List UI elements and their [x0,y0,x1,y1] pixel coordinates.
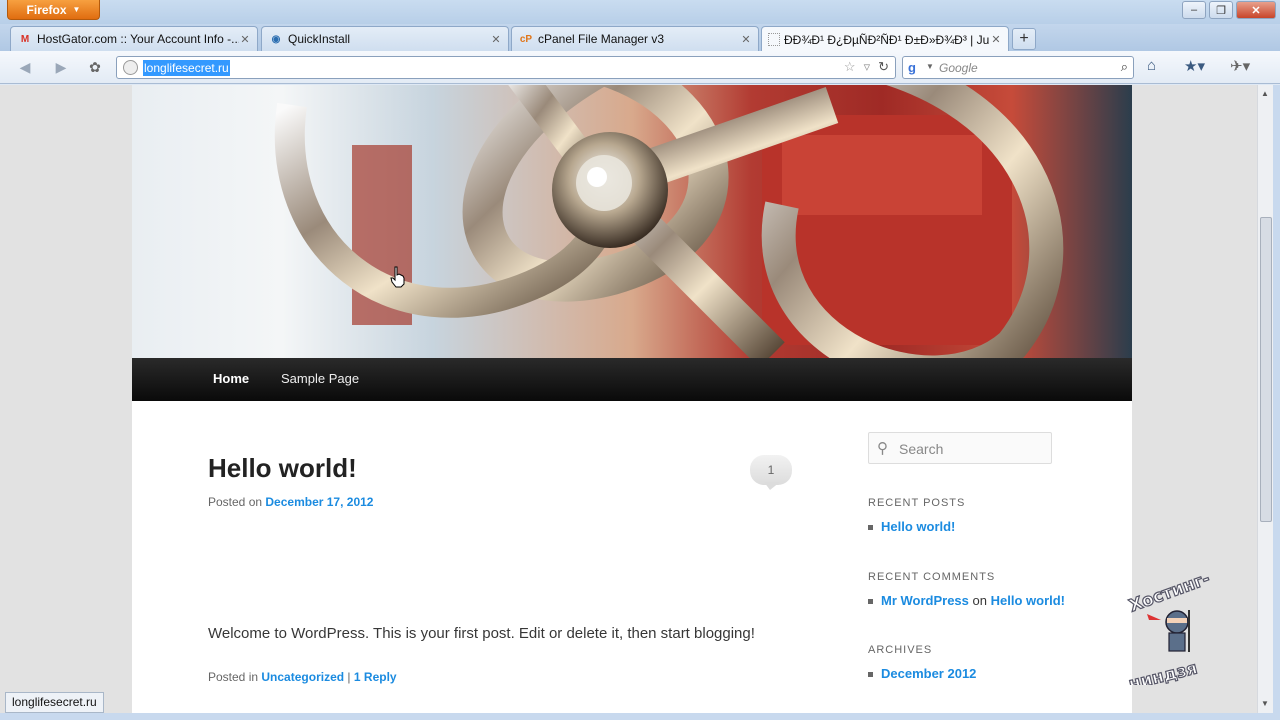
close-tab-icon[interactable]: ✕ [990,33,1002,46]
status-bar: longlifesecret.ru [5,692,104,713]
blank-page-icon [768,33,780,46]
close-tab-icon[interactable]: ✕ [239,33,251,46]
addon-icon[interactable]: ✿ [84,57,106,77]
archive-link[interactable]: December 2012 [881,666,976,681]
posted-in-label: Posted in [208,670,259,684]
post-title[interactable]: Hello world! [208,453,357,484]
tab-label: cPanel File Manager v3 [538,32,665,46]
search-placeholder: Search [899,441,944,457]
window-frame-bottom [0,713,1280,720]
window-frame-right [1273,85,1280,720]
tab-label: HostGator.com :: Your Account Info -... [37,32,239,46]
recent-posts-title: RECENT POSTS [868,497,966,509]
main-content: Hello world! 1 Posted on December 17, 20… [132,401,1132,713]
search-icon: ⚲ [877,440,888,457]
tab-label: QuickInstall [288,32,351,46]
post-footer-meta: Posted in Uncategorized | 1 Reply [208,670,397,684]
firefox-label: Firefox [26,2,67,17]
maximize-icon[interactable]: ❐ [1209,1,1233,19]
search-engine-placeholder: Google [939,61,978,75]
search-icon[interactable]: ⌕ [1121,59,1128,75]
close-tab-icon[interactable]: ✕ [740,33,752,46]
close-tab-icon[interactable]: ✕ [490,33,502,46]
scrollbar-thumb[interactable] [1260,217,1272,522]
header-photo [274,85,1064,358]
bookmark-star-icon[interactable]: ☆ [844,59,856,75]
forward-icon[interactable]: ▶ [50,57,72,77]
scroll-up-icon[interactable]: ▲ [1261,89,1269,98]
extension-icon[interactable]: ✈▾ [1230,57,1250,75]
google-icon[interactable]: g [908,60,924,76]
firefox-menu-button[interactable]: Firefox ▼ [7,0,100,20]
post-date-meta: Posted on December 17, 2012 [208,495,373,509]
vertical-scrollbar[interactable]: ▲ ▼ [1257,85,1273,713]
tab-cpanel[interactable]: cP cPanel File Manager v3 ✕ [511,26,759,51]
archives-title: ARCHIVES [868,644,933,656]
close-window-icon[interactable]: ✕ [1236,1,1276,19]
post-body: Welcome to WordPress. This is your first… [208,625,755,642]
posted-on-label: Posted on [208,495,263,509]
sidebar-search-input[interactable]: ⚲ Search [868,432,1052,464]
navigation-toolbar: ◀ ▶ ✿ longlifesecret.ru ☆ ▿ ↻ g ▼ Google… [0,51,1280,84]
comment-post-link[interactable]: Hello world! [991,593,1065,608]
hand-cursor-icon [390,266,405,288]
bullet-icon [868,672,873,678]
bullet-icon [868,599,873,605]
svg-text:Хостинг-: Хостинг- [1127,569,1213,617]
tab-label: ÐÐ¾Ð¹ Ð¿ÐµÑÐ²ÑÐ¹ Ð±Ð»Ð¾Ð³ | Ju... [784,32,990,47]
recent-comment-item: Mr WordPress on Hello world! [868,593,1065,608]
page-viewport: Home Sample Page Hello world! 1 Posted o… [0,85,1257,713]
recent-post-link[interactable]: Hello world! [881,519,955,534]
svg-text:ниндзя: ниндзя [1127,658,1200,685]
recent-comments-title: RECENT COMMENTS [868,571,996,583]
chevron-down-icon[interactable]: ▼ [926,62,934,71]
new-tab-button[interactable]: + [1012,28,1036,50]
menu-item-home[interactable]: Home [213,371,249,386]
back-icon[interactable]: ◀ [14,57,36,77]
reload-icon[interactable]: ↻ [878,59,889,75]
bookmarks-menu-icon[interactable]: ★▾ [1184,57,1205,75]
chevron-down-icon: ▼ [72,5,81,14]
main-menu: Home Sample Page [132,358,1132,401]
menu-item-sample-page[interactable]: Sample Page [281,371,359,386]
search-bar[interactable]: g ▼ Google ⌕ [902,56,1134,79]
comment-count-bubble[interactable]: 1 [750,455,792,490]
tab-blog[interactable]: ÐÐ¾Ð¹ Ð¿ÐµÑÐ²ÑÐ¹ Ð±Ð»Ð¾Ð³ | Ju... ✕ [761,26,1009,52]
window-controls: ‒ ❐ ✕ [1182,1,1276,19]
archive-item: December 2012 [868,666,976,681]
window-titlebar: Firefox ▼ ‒ ❐ ✕ [0,0,1280,24]
header-image [132,85,1132,358]
address-bar[interactable]: longlifesecret.ru ☆ ▿ ↻ [116,56,896,79]
reply-count[interactable]: 1 [354,670,361,684]
urlbar-actions: ☆ ▿ ↻ [844,59,889,75]
meta-separator: | [347,670,351,684]
comment-on-label: on [972,593,987,608]
tab-hostgator[interactable]: M HostGator.com :: Your Account Info -..… [10,26,258,51]
minimize-icon[interactable]: ‒ [1182,1,1206,19]
scroll-down-icon[interactable]: ▼ [1261,699,1269,708]
category-link[interactable]: Uncategorized [261,670,344,684]
url-text[interactable]: longlifesecret.ru [143,60,230,76]
comment-author-link[interactable]: Mr WordPress [881,593,969,608]
quickinstall-icon: ◉ [271,33,281,45]
tab-quickinstall[interactable]: ◉ QuickInstall ✕ [261,26,509,51]
gmail-icon: M [20,33,30,45]
reply-link[interactable]: Reply [364,670,397,684]
bullet-icon [868,525,873,531]
post-date-link[interactable]: December 17, 2012 [265,495,373,509]
watermark-logo: Хостинг- ниндзя [1117,560,1237,695]
tab-strip: M HostGator.com :: Your Account Info -..… [0,24,1280,52]
site-identity-icon[interactable] [123,60,138,75]
cpanel-icon: cP [519,33,533,45]
recent-post-item: Hello world! [868,519,955,534]
ninja-logo: Хостинг- ниндзя [1126,568,1213,695]
history-dropdown-icon[interactable]: ▿ [864,59,871,75]
home-icon[interactable]: ⌂ [1147,57,1156,74]
